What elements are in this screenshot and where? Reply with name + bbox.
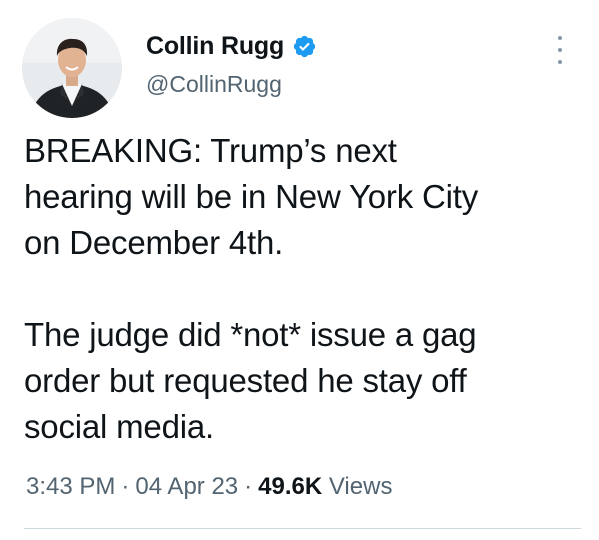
tweet-meta: 3:43 PM · 04 Apr 23 · 49.6K Views	[26, 475, 392, 499]
verified-badge-icon	[292, 34, 317, 59]
profile-photo-icon	[22, 18, 122, 118]
views-count[interactable]: 49.6K	[258, 473, 322, 500]
more-dot	[558, 36, 562, 40]
meta-separator: ·	[244, 473, 253, 500]
tweet-card: Collin Rugg @CollinRugg BREAKING: Trump’…	[0, 0, 599, 540]
author-handle[interactable]: @CollinRugg	[146, 73, 282, 96]
views-label: Views	[328, 473, 393, 500]
tweet-date[interactable]: 04 Apr 23	[135, 473, 238, 500]
more-options-icon[interactable]	[555, 36, 565, 64]
author-display-name[interactable]: Collin Rugg	[146, 34, 284, 59]
more-dot	[558, 48, 562, 52]
tweet-time[interactable]: 3:43 PM	[26, 473, 115, 500]
tweet-text: BREAKING: Trump’s next hearing will be i…	[24, 128, 584, 450]
author-name-row: Collin Rugg	[146, 34, 317, 59]
avatar[interactable]	[22, 18, 122, 118]
tweet-paragraph-2: The judge did *not* issue a gag order bu…	[24, 316, 477, 445]
tweet-paragraph-1: BREAKING: Trump’s next hearing will be i…	[24, 132, 478, 261]
meta-separator: ·	[121, 473, 130, 500]
more-dot	[558, 60, 562, 64]
divider	[24, 528, 581, 529]
